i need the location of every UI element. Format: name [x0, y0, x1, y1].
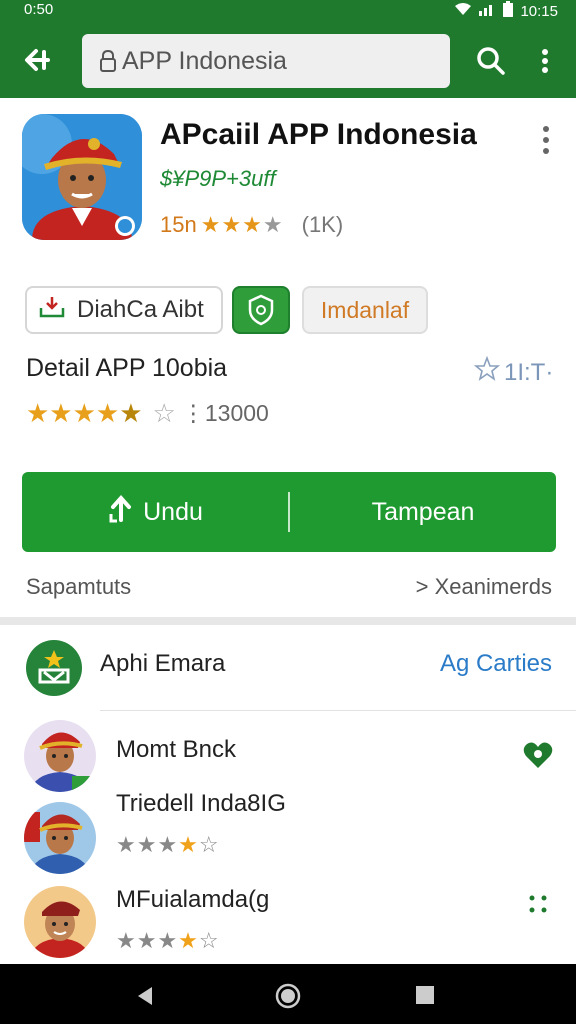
section-link[interactable]: Ag Carties	[440, 650, 552, 678]
avatar[interactable]	[24, 720, 96, 792]
info-row-link[interactable]: > Xeanimerds	[416, 574, 552, 600]
detail-title: Detail APP 10obia	[26, 354, 228, 382]
avatar[interactable]	[24, 886, 96, 958]
secondary-button[interactable]: Tampean	[290, 472, 556, 552]
status-time: 0:50	[24, 1, 54, 18]
status-bar: 0:50 10:15	[0, 0, 576, 22]
detail-stars-filled: ★★★★★	[26, 398, 143, 428]
signal-icon	[478, 2, 496, 20]
more-vert-icon[interactable]	[534, 44, 556, 78]
search-input[interactable]: APP Indonesia	[82, 34, 450, 88]
detail-rating: ★★★★★ ☆ ⋮13000	[26, 398, 269, 429]
app-title: APcaiil APP Indonesia	[160, 118, 477, 151]
app-icon	[22, 114, 142, 240]
rating-stars: ★★★★	[200, 212, 284, 237]
avatar[interactable]	[24, 802, 96, 874]
section-line	[100, 710, 576, 711]
search-icon[interactable]	[474, 44, 508, 78]
tag-chip[interactable]: Imdanlaf	[302, 286, 428, 334]
nav-recents-icon[interactable]	[414, 984, 436, 1006]
search-value: APP Indonesia	[122, 46, 287, 75]
download-chip[interactable]: DiahCa Aibt	[25, 286, 223, 334]
grid-dots-icon[interactable]	[528, 894, 548, 914]
detail-count: ⋮13000	[181, 400, 269, 426]
shield-chip[interactable]	[232, 286, 290, 334]
lock-icon	[98, 49, 118, 73]
battery-icon	[502, 1, 514, 21]
download-chip-label: DiahCa Aibt	[77, 296, 204, 323]
back-arrow-icon[interactable]	[20, 42, 56, 78]
rating-count: (1K)	[301, 212, 344, 237]
detail-star-empty: ☆	[152, 398, 176, 428]
app-screen: 0:50 10:15 APP Indonesia APcaiil APP Ind…	[0, 0, 576, 1024]
info-row-left[interactable]: Sapamtuts	[26, 574, 131, 600]
nav-back-icon[interactable]	[134, 984, 156, 1008]
system-nav-bar	[0, 964, 576, 1024]
action-button-bar: Undu Tampean	[22, 472, 556, 552]
list-item-title[interactable]: MFuialamda(g	[116, 886, 269, 914]
wifi-icon	[454, 2, 472, 20]
install-button-label: Undu	[143, 497, 203, 526]
list-item-rating: ★★★★☆	[116, 832, 220, 857]
list-item-rating: ★★★★☆	[116, 928, 220, 953]
section-divider	[0, 617, 576, 625]
nav-home-icon[interactable]	[274, 982, 302, 1010]
app-rating: 15n ★★★★ (1K)	[160, 212, 343, 238]
section-logo-icon	[26, 640, 82, 696]
install-button[interactable]: Undu	[22, 472, 288, 552]
wishlist-label: 1I:T·	[504, 358, 554, 386]
list-item-title[interactable]: Triedell Inda8IG	[116, 790, 286, 818]
top-app-bar: APP Indonesia	[0, 22, 576, 98]
list-item-title[interactable]: Momt Bnck	[116, 736, 236, 764]
status-clock: 10:15	[520, 2, 558, 20]
star-outline-icon	[473, 355, 501, 389]
upload-arrow-icon	[107, 494, 135, 531]
section-title: Aphi Emara	[100, 650, 226, 677]
rating-prefix: 15n	[160, 212, 197, 237]
status-icons: 10:15	[454, 1, 558, 21]
wishlist-toggle[interactable]: 1I:T·	[473, 355, 554, 389]
more-vert-icon[interactable]	[538, 124, 554, 156]
heart-badge-icon[interactable]	[522, 740, 554, 770]
download-tray-icon	[39, 296, 65, 325]
app-developer: $¥P9P+3uff	[160, 166, 276, 191]
